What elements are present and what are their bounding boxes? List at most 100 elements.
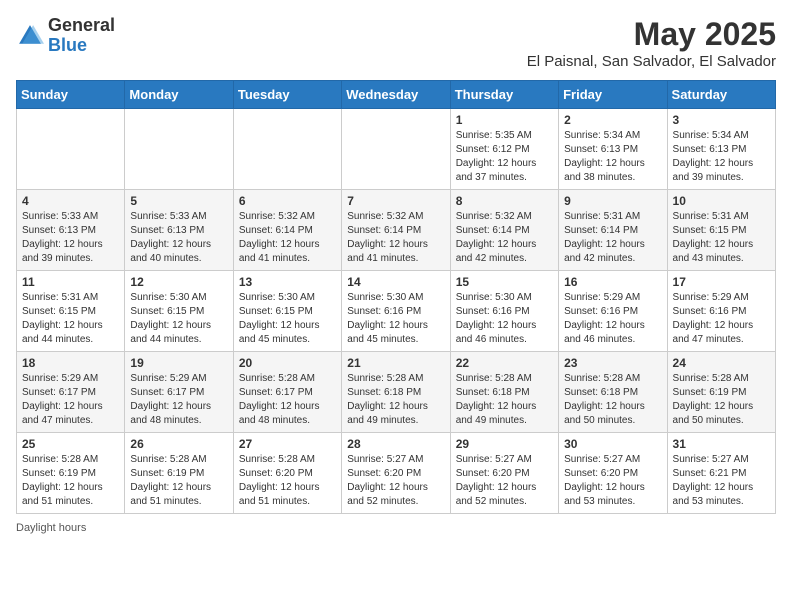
header-row: SundayMondayTuesdayWednesdayThursdayFrid… bbox=[17, 81, 776, 109]
day-number: 6 bbox=[239, 194, 336, 208]
day-number: 2 bbox=[564, 113, 661, 127]
day-cell: 22Sunrise: 5:28 AMSunset: 6:18 PMDayligh… bbox=[450, 352, 558, 433]
day-number: 3 bbox=[673, 113, 770, 127]
day-number: 28 bbox=[347, 437, 444, 451]
day-number: 23 bbox=[564, 356, 661, 370]
day-info: Sunrise: 5:27 AMSunset: 6:20 PMDaylight:… bbox=[564, 453, 661, 509]
day-number: 7 bbox=[347, 194, 444, 208]
day-info: Sunrise: 5:30 AMSunset: 6:15 PMDaylight:… bbox=[130, 291, 227, 347]
day-cell bbox=[342, 109, 450, 190]
col-header-friday: Friday bbox=[559, 81, 667, 109]
day-cell: 25Sunrise: 5:28 AMSunset: 6:19 PMDayligh… bbox=[17, 433, 125, 514]
header: General Blue May 2025 El Paisnal, San Sa… bbox=[16, 16, 776, 70]
day-info: Sunrise: 5:31 AMSunset: 6:15 PMDaylight:… bbox=[22, 291, 119, 347]
day-cell: 18 Sunrise: 5:29 AMSunset: 6:17 PMDayligh… bbox=[17, 352, 125, 433]
day-info: Sunrise: 5:32 AMSunset: 6:14 PMDaylight:… bbox=[347, 210, 444, 266]
day-number: 31 bbox=[673, 437, 770, 451]
day-number: 14 bbox=[347, 275, 444, 289]
day-info: Sunrise: 5:32 AMSunset: 6:14 PMDaylight:… bbox=[239, 210, 336, 266]
day-info: Sunrise: 5:29 AMSunset: 6:16 PMDaylight:… bbox=[673, 291, 770, 347]
day-info: Sunrise: 5:34 AMSunset: 6:13 PMDaylight:… bbox=[673, 129, 770, 185]
day-cell: 28 Sunrise: 5:27 AMSunset: 6:20 PMDayligh… bbox=[342, 433, 450, 514]
day-info: Sunrise: 5:29 AMSunset: 6:16 PMDaylight:… bbox=[564, 291, 661, 347]
day-cell: 14Sunrise: 5:30 AMSunset: 6:16 PMDayligh… bbox=[342, 271, 450, 352]
day-cell: 17 Sunrise: 5:29 AMSunset: 6:16 PMDayligh… bbox=[667, 271, 775, 352]
day-cell: 30 Sunrise: 5:27 AMSunset: 6:20 PMDayligh… bbox=[559, 433, 667, 514]
day-cell: 13Sunrise: 5:30 AMSunset: 6:15 PMDayligh… bbox=[233, 271, 341, 352]
title-area: May 2025 El Paisnal, San Salvador, El Sa… bbox=[527, 16, 776, 70]
day-info: Sunrise: 5:27 AMSunset: 6:20 PMDaylight:… bbox=[347, 453, 444, 509]
day-cell: 5Sunrise: 5:33 AMSunset: 6:13 PMDaylight… bbox=[125, 190, 233, 271]
day-cell: 29 Sunrise: 5:27 AMSunset: 6:20 PMDayligh… bbox=[450, 433, 558, 514]
col-header-monday: Monday bbox=[125, 81, 233, 109]
day-cell bbox=[17, 109, 125, 190]
day-cell: 27Sunrise: 5:28 AMSunset: 6:20 PMDayligh… bbox=[233, 433, 341, 514]
location: El Paisnal, San Salvador, El Salvador bbox=[527, 53, 776, 70]
day-number: 24 bbox=[673, 356, 770, 370]
day-number: 19 bbox=[130, 356, 227, 370]
day-cell: 26 Sunrise: 5:28 AMSunset: 6:19 PMDayligh… bbox=[125, 433, 233, 514]
day-info: Sunrise: 5:28 AMSunset: 6:19 PMDaylight:… bbox=[130, 453, 227, 509]
day-cell: 6 Sunrise: 5:32 AMSunset: 6:14 PMDaylight… bbox=[233, 190, 341, 271]
day-number: 17 bbox=[673, 275, 770, 289]
day-number: 27 bbox=[239, 437, 336, 451]
day-info: Sunrise: 5:31 AMSunset: 6:14 PMDaylight:… bbox=[564, 210, 661, 266]
day-cell bbox=[125, 109, 233, 190]
day-cell: 24 Sunrise: 5:28 AMSunset: 6:19 PMDayligh… bbox=[667, 352, 775, 433]
week-row-3: 18 Sunrise: 5:29 AMSunset: 6:17 PMDayligh… bbox=[17, 352, 776, 433]
day-info: Sunrise: 5:30 AMSunset: 6:16 PMDaylight:… bbox=[456, 291, 553, 347]
logo-text: General Blue bbox=[48, 16, 115, 56]
day-cell: 23 Sunrise: 5:28 AMSunset: 6:18 PMDayligh… bbox=[559, 352, 667, 433]
day-info: Sunrise: 5:28 AMSunset: 6:19 PMDaylight:… bbox=[673, 372, 770, 428]
calendar: SundayMondayTuesdayWednesdayThursdayFrid… bbox=[16, 80, 776, 514]
day-number: 8 bbox=[456, 194, 553, 208]
logo: General Blue bbox=[16, 16, 115, 56]
day-cell: 21Sunrise: 5:28 AMSunset: 6:18 PMDayligh… bbox=[342, 352, 450, 433]
month-year: May 2025 bbox=[527, 16, 776, 53]
day-info: Sunrise: 5:27 AMSunset: 6:20 PMDaylight:… bbox=[456, 453, 553, 509]
day-cell: 7 Sunrise: 5:32 AMSunset: 6:14 PMDaylight… bbox=[342, 190, 450, 271]
day-info: Sunrise: 5:34 AMSunset: 6:13 PMDaylight:… bbox=[564, 129, 661, 185]
day-cell: 10 Sunrise: 5:31 AMSunset: 6:15 PMDayligh… bbox=[667, 190, 775, 271]
day-number: 18 bbox=[22, 356, 119, 370]
day-cell bbox=[233, 109, 341, 190]
day-cell: 8Sunrise: 5:32 AMSunset: 6:14 PMDaylight… bbox=[450, 190, 558, 271]
logo-blue: Blue bbox=[48, 36, 115, 56]
week-row-2: 11 Sunrise: 5:31 AMSunset: 6:15 PMDayligh… bbox=[17, 271, 776, 352]
week-row-1: 4 Sunrise: 5:33 AMSunset: 6:13 PMDaylight… bbox=[17, 190, 776, 271]
day-cell: 31Sunrise: 5:27 AMSunset: 6:21 PMDayligh… bbox=[667, 433, 775, 514]
day-number: 9 bbox=[564, 194, 661, 208]
day-info: Sunrise: 5:28 AMSunset: 6:18 PMDaylight:… bbox=[564, 372, 661, 428]
day-cell: 20 Sunrise: 5:28 AMSunset: 6:17 PMDayligh… bbox=[233, 352, 341, 433]
day-number: 13 bbox=[239, 275, 336, 289]
col-header-sunday: Sunday bbox=[17, 81, 125, 109]
day-info: Sunrise: 5:28 AMSunset: 6:18 PMDaylight:… bbox=[347, 372, 444, 428]
day-info: Sunrise: 5:31 AMSunset: 6:15 PMDaylight:… bbox=[673, 210, 770, 266]
day-info: Sunrise: 5:28 AMSunset: 6:17 PMDaylight:… bbox=[239, 372, 336, 428]
footer: Daylight hours bbox=[16, 522, 776, 534]
day-cell: 16Sunrise: 5:29 AMSunset: 6:16 PMDayligh… bbox=[559, 271, 667, 352]
day-cell: 12Sunrise: 5:30 AMSunset: 6:15 PMDayligh… bbox=[125, 271, 233, 352]
day-cell: 1Sunrise: 5:35 AMSunset: 6:12 PMDaylight… bbox=[450, 109, 558, 190]
col-header-thursday: Thursday bbox=[450, 81, 558, 109]
day-info: Sunrise: 5:33 AMSunset: 6:13 PMDaylight:… bbox=[22, 210, 119, 266]
week-row-0: 1Sunrise: 5:35 AMSunset: 6:12 PMDaylight… bbox=[17, 109, 776, 190]
daylight-label: Daylight hours bbox=[16, 522, 86, 534]
day-cell: 9 Sunrise: 5:31 AMSunset: 6:14 PMDaylight… bbox=[559, 190, 667, 271]
day-cell: 15 Sunrise: 5:30 AMSunset: 6:16 PMDayligh… bbox=[450, 271, 558, 352]
day-info: Sunrise: 5:35 AMSunset: 6:12 PMDaylight:… bbox=[456, 129, 553, 185]
day-info: Sunrise: 5:29 AMSunset: 6:17 PMDaylight:… bbox=[130, 372, 227, 428]
day-number: 11 bbox=[22, 275, 119, 289]
day-info: Sunrise: 5:33 AMSunset: 6:13 PMDaylight:… bbox=[130, 210, 227, 266]
day-cell: 2 Sunrise: 5:34 AMSunset: 6:13 PMDaylight… bbox=[559, 109, 667, 190]
logo-general: General bbox=[48, 16, 115, 36]
day-number: 15 bbox=[456, 275, 553, 289]
day-info: Sunrise: 5:29 AMSunset: 6:17 PMDaylight:… bbox=[22, 372, 119, 428]
week-row-4: 25Sunrise: 5:28 AMSunset: 6:19 PMDayligh… bbox=[17, 433, 776, 514]
day-number: 4 bbox=[22, 194, 119, 208]
day-number: 20 bbox=[239, 356, 336, 370]
day-number: 26 bbox=[130, 437, 227, 451]
day-number: 30 bbox=[564, 437, 661, 451]
day-number: 10 bbox=[673, 194, 770, 208]
day-number: 29 bbox=[456, 437, 553, 451]
